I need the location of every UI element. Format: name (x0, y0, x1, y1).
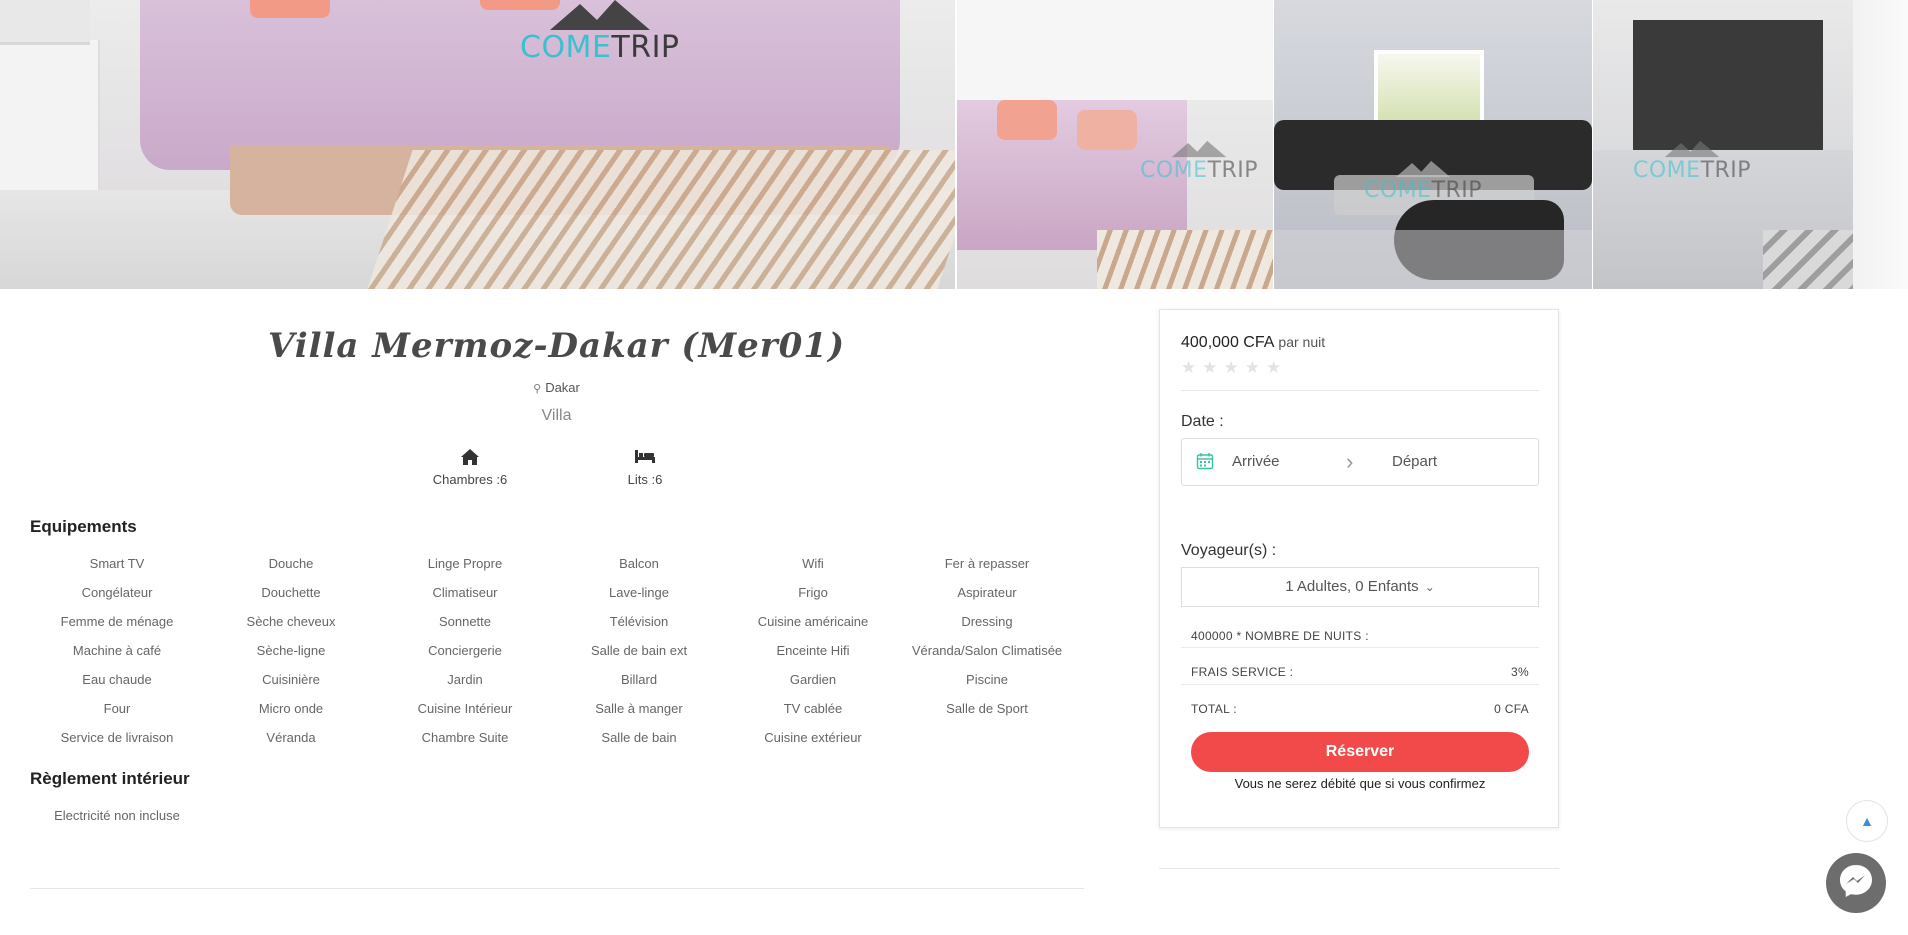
amenity-item: Linge Propre (427, 556, 503, 571)
total-row: TOTAL : 0 CFA (1191, 702, 1529, 716)
listing-location: ⚲ Dakar (533, 380, 580, 395)
total-label: TOTAL : (1191, 702, 1237, 716)
gallery-photo-1[interactable]: COMETRIP (957, 0, 1273, 289)
amenity-item: Sèche cheveux (246, 614, 336, 629)
amenity-item: Cuisinière (262, 672, 320, 687)
departure-date-input[interactable]: Départ (1392, 453, 1437, 470)
amenity-item: Salle de bain ext (590, 643, 688, 658)
beds-feature: Lits :6 (595, 448, 695, 487)
listing-title: Villa Mermoz-Dakar (Mer01) (267, 326, 846, 366)
scroll-to-top-button[interactable]: ▲ (1846, 800, 1888, 842)
reserve-button[interactable]: Réserver (1191, 732, 1529, 772)
divider (30, 888, 1084, 889)
nights-row: 400000 * NOMBRE DE NUITS : (1191, 629, 1529, 643)
amenity-item: Lave-linge (609, 585, 669, 600)
main-photo[interactable]: COMETRIP (0, 0, 955, 289)
price-value: 400,000 CFA (1181, 334, 1275, 351)
amenity-item: Chambre Suite (421, 730, 509, 745)
travellers-select[interactable]: 1 Adultes, 0 Enfants ⌄ (1181, 567, 1539, 607)
amenity-item: Dressing (961, 614, 1013, 629)
date-range-picker[interactable]: Arrivée › Départ (1181, 438, 1539, 486)
photo-watermark: COMETRIP (1633, 140, 1751, 183)
amenity-item: Sonnette (438, 614, 492, 629)
rooms-label: Chambres :6 (432, 472, 508, 487)
amenity-item: Salle de Sport (946, 701, 1028, 716)
amenity-item: Enceinte Hifi (776, 643, 850, 658)
service-fee-label: FRAIS SERVICE : (1191, 665, 1294, 679)
amenity-item: Télévision (609, 614, 669, 629)
amenity-item: Smart TV (89, 556, 145, 571)
divider (1181, 390, 1539, 391)
rating-stars: ★★★★★ (1181, 358, 1288, 377)
messenger-chat-button[interactable] (1826, 853, 1886, 913)
service-fee-value: 3% (1511, 665, 1529, 679)
price-unit: par nuit (1278, 334, 1326, 350)
gallery-photo-3[interactable]: COMETRIP (1593, 0, 1908, 289)
amenity-item: Aspirateur (957, 585, 1017, 600)
divider (1159, 868, 1559, 869)
divider (1181, 647, 1539, 648)
photo-watermark: COMETRIP (1140, 140, 1258, 183)
amenity-item: Frigo (798, 585, 828, 600)
booking-note: Vous ne serez débité que si vous confirm… (1234, 776, 1486, 791)
booking-card: 400,000 CFA par nuit ★★★★★ Date : Arrivée… (1159, 309, 1559, 828)
rooms-feature: Chambres :6 (420, 448, 520, 487)
calendar-icon (1196, 452, 1214, 470)
amenity-item: Sèche-ligne (256, 643, 326, 658)
amenity-item: Piscine (966, 672, 1008, 687)
amenities-list: Smart TV Douche Linge Propre Balcon Wifi Fer … (30, 555, 1074, 747)
beds-label: Lits :6 (627, 472, 663, 487)
amenity-item: Salle à manger (595, 701, 683, 716)
photo-gallery: COMETRIP COMETRIP COMETRIP COMETRIP (0, 0, 1908, 289)
date-label: Date : (1181, 413, 1224, 430)
amenity-item: Service de livraison (60, 730, 174, 745)
gallery-photo-2[interactable]: COMETRIP (1274, 0, 1592, 289)
amenity-item: Douche (268, 556, 314, 571)
nights-label: 400000 * NOMBRE DE NUITS : (1191, 629, 1369, 643)
amenity-item: Congélateur (81, 585, 153, 600)
amenity-item: Eau chaude (82, 672, 152, 687)
amenity-item: Femme de ménage (60, 614, 174, 629)
amenities-heading: Equipements (30, 517, 137, 536)
map-pin-icon: ⚲ (533, 383, 542, 395)
amenity-item: Conciergerie (428, 643, 502, 658)
amenity-item: Wifi (802, 556, 824, 571)
rule-item: Electricité non incluse (54, 808, 180, 823)
divider (1181, 684, 1539, 685)
travellers-label: Voyageur(s) : (1181, 542, 1277, 559)
amenity-item: Cuisine Intérieur (417, 701, 513, 716)
amenity-item: Fer à repasser (944, 556, 1030, 571)
amenity-item: Climatiseur (432, 585, 498, 600)
chevron-right-icon: › (1346, 449, 1354, 474)
listing-header: Villa Mermoz-Dakar (Mer01) ⚲ Dakar Villa (0, 326, 1113, 425)
travellers-value: 1 Adultes, 0 Enfants (1285, 578, 1419, 595)
photo-watermark: COMETRIP (1364, 160, 1482, 203)
amenity-item: Salle de bain (601, 730, 677, 745)
arrow-up-icon: ▲ (1860, 813, 1874, 829)
brand-logo: COMETRIP (520, 0, 680, 65)
chevron-down-icon: ⌄ (1424, 580, 1435, 594)
price: 400,000 CFA par nuit (1181, 334, 1325, 352)
amenity-item: Machine à café (72, 643, 162, 658)
amenity-item: Billard (620, 672, 658, 687)
total-value: 0 CFA (1494, 702, 1529, 716)
amenity-item: Four (103, 701, 131, 716)
amenity-item: Micro onde (258, 701, 324, 716)
amenity-item: Jardin (447, 672, 483, 687)
amenity-item: Véranda (266, 730, 316, 745)
amenity-item: Véranda/Salon Climatisée (911, 643, 1063, 658)
home-icon (420, 448, 520, 468)
service-fee-row: FRAIS SERVICE : 3% (1191, 665, 1529, 679)
amenity-item: Balcon (619, 556, 659, 571)
amenity-item: Cuisine extérieur (764, 730, 862, 745)
bed-icon (595, 448, 695, 468)
rules-heading: Règlement intérieur (30, 769, 190, 788)
messenger-icon (1836, 861, 1876, 906)
amenity-item: Gardien (789, 672, 837, 687)
amenity-item: TV cablée (783, 701, 843, 716)
listing-type: Villa (541, 407, 572, 424)
amenity-item: Douchette (261, 585, 321, 600)
arrival-date-input[interactable]: Arrivée (1232, 453, 1280, 470)
amenity-item: Cuisine américaine (757, 614, 869, 629)
